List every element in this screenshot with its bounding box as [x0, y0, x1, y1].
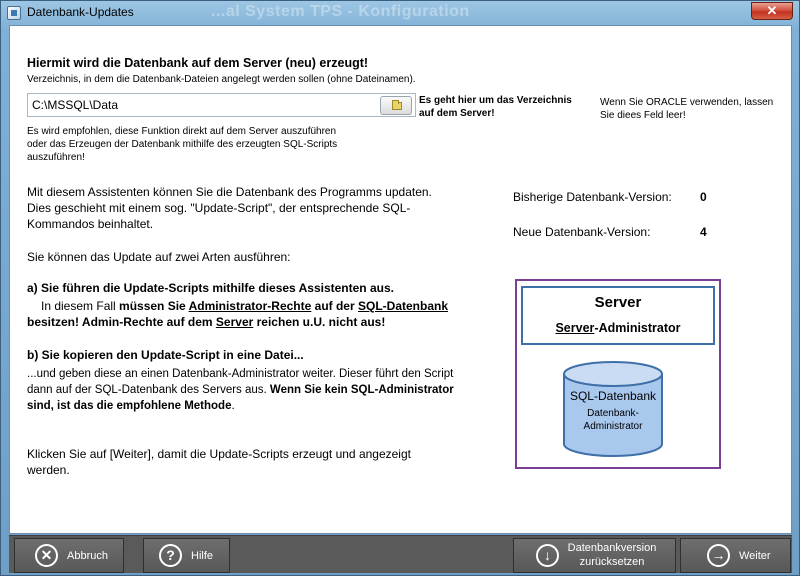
new-version-value: 4 — [700, 225, 707, 239]
server-title: Server — [594, 294, 642, 311]
background-window-title: ...al System TPS - Konfiguration — [211, 3, 470, 20]
app-icon — [7, 6, 21, 20]
directory-label: Verzeichnis, in dem die Datenbank-Dateie… — [27, 74, 416, 85]
server-directory-note: Es geht hier um das Verzeichnis auf dem … — [419, 95, 572, 119]
old-version-label: Bisherige Datenbank-Version: — [513, 190, 672, 204]
dialog-window: Datenbank-Updates ...al System TPS - Kon… — [0, 0, 800, 576]
option-a-title: a) Sie führen die Update-Scripts mithilf… — [27, 281, 394, 295]
arrow-right-icon: → — [707, 544, 730, 567]
server-diagram: Server Server-Administrator SQL-Datenban… — [515, 279, 721, 469]
oracle-note: Wenn Sie ORACLE verwenden, lassen Sie di… — [600, 97, 774, 121]
intro-text: Mit diesem Assistenten können Sie die Da… — [27, 185, 432, 231]
server-admin-label: Server-Administrator — [555, 321, 681, 335]
close-icon: ✕ — [35, 544, 58, 567]
server-box: Server Server-Administrator — [521, 286, 715, 345]
new-version-label: Neue Datenbank-Version: — [513, 225, 651, 239]
cancel-button[interactable]: ✕ Abbruch — [14, 538, 124, 573]
reset-version-button[interactable]: ↓ Datenbankversion zurücksetzen — [513, 538, 676, 573]
next-hint-text: Klicken Sie auf [Weiter], damit die Upda… — [27, 447, 411, 477]
old-version-value: 0 — [700, 190, 707, 204]
page-title: Hiermit wird die Datenbank auf dem Serve… — [27, 56, 369, 70]
ways-text: Sie können das Update auf zwei Arten aus… — [27, 250, 291, 264]
folder-icon — [392, 100, 402, 110]
bottom-toolbar: ✕ Abbruch ? Hilfe ↓ Datenbankversion zur… — [9, 535, 792, 573]
next-button[interactable]: → Weiter — [680, 538, 791, 573]
recommendation-text: Es wird empfohlen, diese Funktion direkt… — [27, 126, 338, 163]
option-b-title: b) Sie kopieren den Update-Script in ein… — [27, 348, 304, 362]
browse-folder-button[interactable] — [380, 96, 412, 115]
title-bar[interactable]: Datenbank-Updates ...al System TPS - Kon… — [1, 1, 800, 25]
window-title: Datenbank-Updates — [27, 5, 134, 19]
option-a-text: In diesem Fall müssen Sie Administrator-… — [27, 299, 449, 329]
option-b-text: ...und geben diese an einen Datenbank-Ad… — [27, 368, 454, 412]
close-button[interactable]: ✕ — [751, 2, 793, 20]
database-title: SQL-Datenbank — [569, 389, 657, 403]
database-admin-label: Datenbank- Administrator — [583, 408, 643, 432]
help-icon: ? — [159, 544, 182, 567]
dialog-content: Hiermit wird die Datenbank auf dem Serve… — [9, 25, 792, 534]
directory-path-input[interactable] — [27, 93, 416, 117]
help-button[interactable]: ? Hilfe — [143, 538, 230, 573]
